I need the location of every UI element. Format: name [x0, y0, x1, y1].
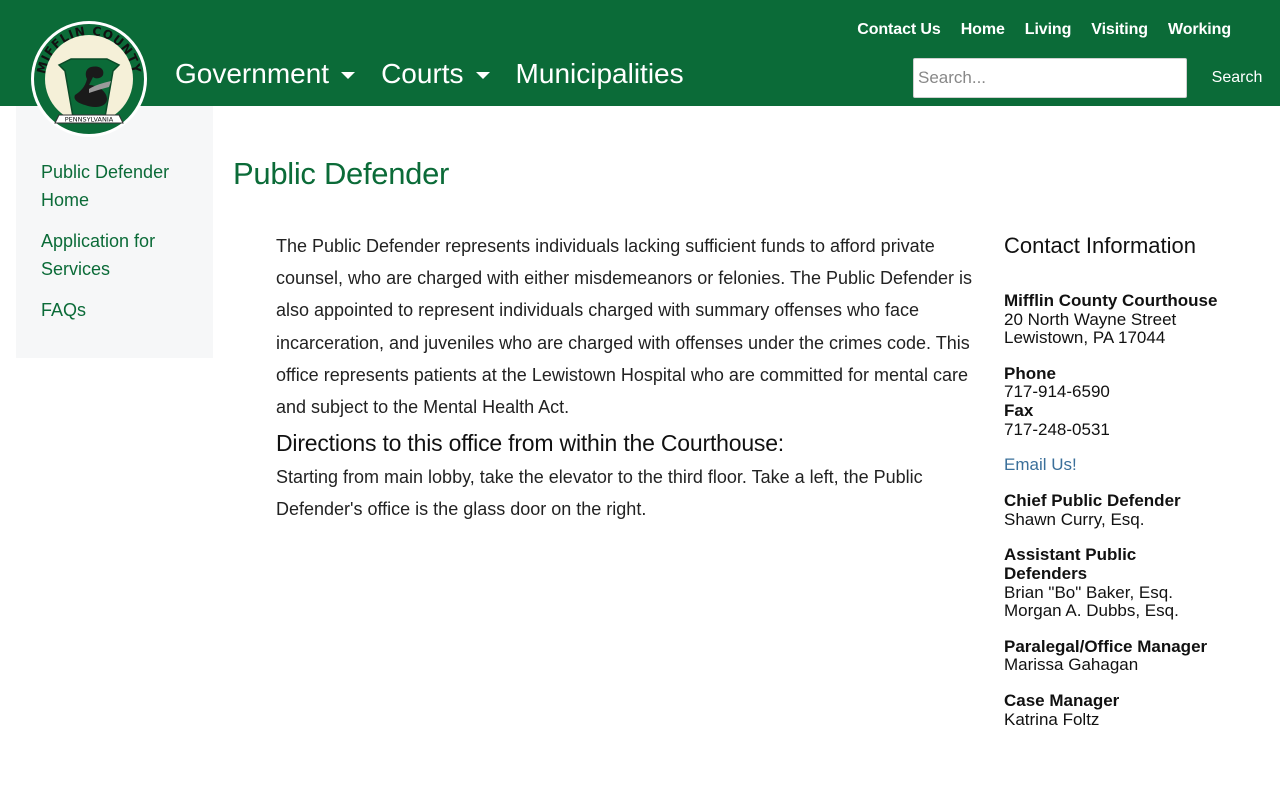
sidebar-item-application-for-services[interactable]: Application for Services	[41, 227, 206, 283]
working-link[interactable]: Working	[1168, 21, 1231, 39]
address-block: Mifflin County Courthouse 20 North Wayne…	[1004, 291, 1224, 348]
nav-courts-dropdown[interactable]: Courts	[381, 58, 490, 90]
intro-paragraph: The Public Defender represents individua…	[276, 236, 973, 418]
page-title: Public Defender	[233, 156, 450, 191]
utility-nav: Contact Us Home Living Visiting Working	[837, 21, 1231, 39]
nav-courts-label: Courts	[381, 58, 464, 89]
assistants-block: Assistant Public Defenders Brian "Bo" Ba…	[1004, 545, 1224, 621]
address-line-2: Lewistown, PA 17044	[1004, 328, 1166, 348]
sidebar-item-public-defender-home[interactable]: Public Defender Home	[41, 158, 206, 214]
email-block: Email Us!	[1004, 456, 1224, 475]
nav-government-dropdown[interactable]: Government	[175, 58, 356, 90]
main-nav: Government Courts Municipalities	[175, 58, 710, 90]
home-link[interactable]: Home	[961, 21, 1005, 39]
assistant-name: Brian "Bo" Baker, Esq.	[1004, 582, 1173, 602]
assistants-label: Assistant Public Defenders	[1004, 545, 1137, 583]
address-line-1: 20 North Wayne Street	[1004, 309, 1177, 329]
directions-heading: Directions to this office from within th…	[276, 430, 784, 457]
paralegal-block: Paralegal/Office Manager Marissa Gahagan	[1004, 636, 1224, 675]
phone-label: Phone	[1004, 363, 1056, 383]
paralegal-label: Paralegal/Office Manager	[1004, 636, 1208, 656]
case-manager-label: Case Manager	[1004, 690, 1120, 710]
search-input[interactable]	[913, 58, 1187, 98]
assistant-name: Morgan A. Dubbs, Esq.	[1004, 601, 1179, 621]
paralegal-name: Marissa Gahagan	[1004, 655, 1139, 675]
county-seal-icon: MIFFLIN COUNTY PENNSYLVANIA	[31, 21, 147, 137]
chief-label: Chief Public Defender	[1004, 491, 1181, 511]
svg-text:PENNSYLVANIA: PENNSYLVANIA	[65, 116, 114, 124]
fax-number: 717-248-0531	[1004, 419, 1110, 439]
nav-municipalities-link[interactable]: Municipalities	[516, 58, 684, 90]
main-content: The Public Defender represents individua…	[276, 230, 976, 526]
case-manager-name: Katrina Foltz	[1004, 709, 1100, 729]
caret-down-icon	[475, 71, 490, 79]
directions-paragraph: Starting from main lobby, take the eleva…	[276, 467, 923, 520]
chief-block: Chief Public Defender Shawn Curry, Esq.	[1004, 492, 1224, 529]
case-manager-block: Case Manager Katrina Foltz	[1004, 690, 1224, 729]
living-link[interactable]: Living	[1025, 21, 1072, 39]
visiting-link[interactable]: Visiting	[1091, 21, 1148, 39]
contact-title: Contact Information	[1004, 233, 1196, 258]
county-seal-logo[interactable]: MIFFLIN COUNTY PENNSYLVANIA	[29, 19, 149, 139]
sidebar-nav: Public Defender Home Application for Ser…	[16, 106, 213, 358]
sidebar-item-faqs[interactable]: FAQs	[41, 296, 206, 324]
contact-us-link[interactable]: Contact Us	[857, 21, 941, 39]
email-us-link[interactable]: Email Us!	[1004, 456, 1077, 475]
phone-number: 717-914-6590	[1004, 382, 1110, 402]
nav-government-label: Government	[175, 58, 330, 89]
search-button[interactable]: Search	[1202, 58, 1272, 98]
contact-info-panel: Contact Information Mifflin County Court…	[1004, 234, 1224, 746]
chief-name: Shawn Curry, Esq.	[1004, 509, 1145, 529]
location-label: Mifflin County Courthouse	[1004, 291, 1218, 310]
fax-label: Fax	[1004, 400, 1034, 420]
phone-fax-block: Phone 717-914-6590 Fax 717-248-0531	[1004, 363, 1224, 439]
site-header: MIFFLIN COUNTY PENNSYLVANIA Contact Us H…	[0, 0, 1280, 137]
caret-down-icon	[341, 71, 356, 79]
